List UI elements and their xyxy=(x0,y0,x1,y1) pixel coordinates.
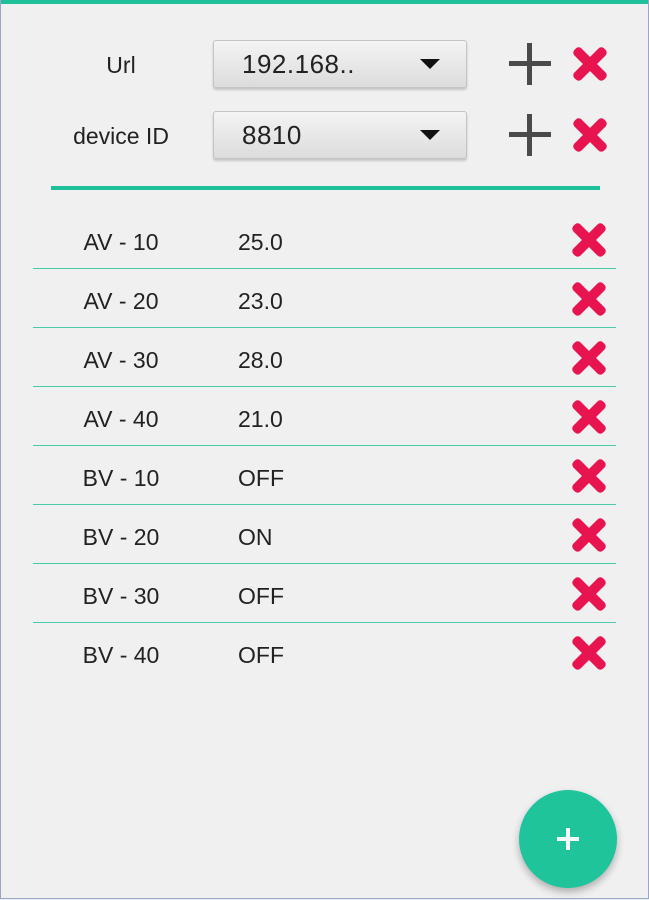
delete-url-close-icon[interactable] xyxy=(572,46,608,82)
list-item[interactable]: BV - 30 OFF xyxy=(33,564,616,623)
point-value: OFF xyxy=(238,642,284,668)
delete-point-close-icon[interactable] xyxy=(571,222,607,258)
points-list: AV - 10 25.0 AV - 20 23.0 AV - 30 28.0 A… xyxy=(1,210,648,681)
delete-device-close-icon[interactable] xyxy=(572,117,608,153)
delete-point-close-icon[interactable] xyxy=(571,281,607,317)
list-item[interactable]: BV - 20 ON xyxy=(33,505,616,564)
add-point-fab-button[interactable] xyxy=(519,790,617,888)
add-url-plus-icon[interactable] xyxy=(509,43,551,85)
point-name: AV - 10 xyxy=(83,229,159,255)
url-spinner[interactable]: 192.168.. xyxy=(213,40,467,88)
delete-point-close-icon[interactable] xyxy=(571,576,607,612)
device-id-label: device ID xyxy=(73,123,169,149)
point-value: 28.0 xyxy=(238,347,283,373)
add-device-plus-icon[interactable] xyxy=(509,114,551,156)
point-name: AV - 40 xyxy=(83,406,159,432)
point-value: ON xyxy=(238,524,273,550)
chevron-down-icon xyxy=(420,130,440,140)
point-name: AV - 20 xyxy=(83,288,159,314)
list-item[interactable]: AV - 20 23.0 xyxy=(33,269,616,328)
top-accent-bar xyxy=(1,0,648,4)
delete-point-close-icon[interactable] xyxy=(571,458,607,494)
point-name: BV - 40 xyxy=(82,642,160,668)
header-divider xyxy=(51,186,600,190)
point-name: BV - 20 xyxy=(82,524,160,550)
plus-icon xyxy=(557,828,579,850)
point-value: 23.0 xyxy=(238,288,283,314)
list-item[interactable]: AV - 40 21.0 xyxy=(33,387,616,446)
url-row: Url 192.168.. xyxy=(1,40,648,88)
delete-point-close-icon[interactable] xyxy=(571,340,607,376)
point-value: OFF xyxy=(238,465,284,491)
point-value: OFF xyxy=(238,583,284,609)
chevron-down-icon xyxy=(420,59,440,69)
delete-point-close-icon[interactable] xyxy=(571,517,607,553)
point-value: 21.0 xyxy=(238,406,283,432)
list-item[interactable]: BV - 10 OFF xyxy=(33,446,616,505)
point-name: AV - 30 xyxy=(83,347,159,373)
device-id-spinner-value: 8810 xyxy=(242,120,302,150)
list-item[interactable]: AV - 10 25.0 xyxy=(33,210,616,269)
app-window: Url 192.168.. device ID 8810 AV - 10 25.… xyxy=(0,0,649,899)
point-name: BV - 10 xyxy=(82,465,160,491)
device-id-spinner[interactable]: 8810 xyxy=(213,111,467,159)
list-item[interactable]: AV - 30 28.0 xyxy=(33,328,616,387)
device-id-row: device ID 8810 xyxy=(1,111,648,159)
point-value: 25.0 xyxy=(238,229,283,255)
delete-point-close-icon[interactable] xyxy=(571,399,607,435)
url-spinner-value: 192.168.. xyxy=(242,49,355,79)
point-name: BV - 30 xyxy=(82,583,160,609)
list-item[interactable]: BV - 40 OFF xyxy=(33,623,616,681)
delete-point-close-icon[interactable] xyxy=(571,635,607,671)
url-label: Url xyxy=(106,52,136,78)
